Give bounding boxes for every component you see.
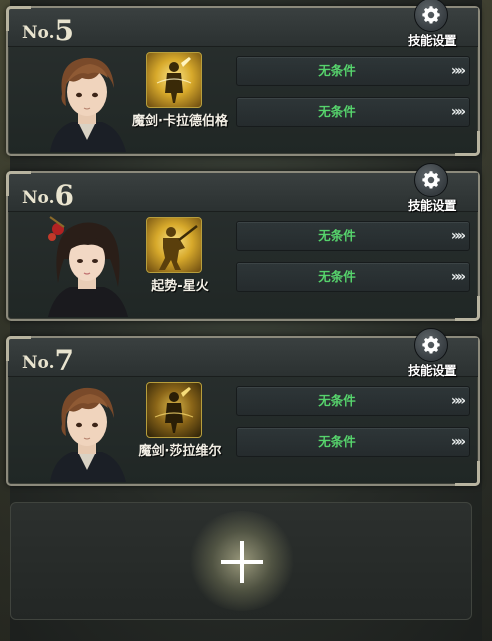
double-chevron-icon: »» [450,228,466,244]
slot-number: No.5 [22,14,74,47]
condition-label: 无条件 [318,434,356,449]
skill-name: 魔剑·卡拉德伯格 [132,114,228,129]
sword-figure-icon [154,387,194,433]
number-prefix: No. [22,353,55,373]
double-chevron-icon: »» [450,434,466,450]
settings-label: 技能设置 [407,198,457,213]
settings-label: 技能设置 [407,33,457,48]
character-portrait [44,213,130,317]
double-chevron-icon: »» [450,393,466,409]
skill-settings-button[interactable]: 技能设置 [398,163,466,213]
frame-corner [455,461,480,486]
condition-label: 无条件 [318,393,356,408]
gear-icon [414,328,448,362]
number-prefix: No. [22,23,55,43]
condition-row[interactable]: 无条件 »» [236,427,470,457]
condition-label: 无条件 [318,228,356,243]
skill-slot-card: No.5 技能设置 魔剑·卡拉德伯格 无条件 »» 无条件 »» [6,0,480,156]
add-skill-slot-button[interactable] [10,502,472,620]
gear-icon [414,0,448,32]
condition-row[interactable]: 无条件 »» [236,56,470,86]
frame-corner [455,296,480,321]
condition-label: 无条件 [318,104,356,119]
condition-row[interactable]: 无条件 »» [236,386,470,416]
skill-slot-card: No.6 技能设置 起势-星火 无条件 »» 无条件 »» [6,163,480,321]
number-value: 5 [54,14,74,47]
slot-number: No.7 [22,344,74,377]
number-value: 6 [54,179,74,212]
frame-corner [455,131,480,156]
character-portrait [44,48,130,152]
settings-label: 技能设置 [407,363,457,378]
gear-icon [414,163,448,197]
double-chevron-icon: »» [450,104,466,120]
sword-figure-icon [156,57,192,103]
skill-settings-button[interactable]: 技能设置 [398,328,466,378]
warrior-stance-icon [159,225,198,270]
skill-settings-button[interactable]: 技能设置 [398,0,466,48]
condition-row[interactable]: 无条件 »» [236,97,470,127]
skill-name: 魔剑·莎拉维尔 [138,444,222,459]
number-prefix: No. [22,188,55,208]
double-chevron-icon: »» [450,63,466,79]
skill-icon[interactable] [146,382,202,438]
plus-icon [221,541,263,583]
right-edge-decoration [482,0,492,641]
skill-icon[interactable] [146,52,202,108]
condition-label: 无条件 [318,63,356,78]
condition-row[interactable]: 无条件 »» [236,262,470,292]
double-chevron-icon: »» [450,269,466,285]
skill-name: 起势-星火 [151,279,209,294]
skill-icon[interactable] [146,217,202,273]
slot-number: No.6 [22,179,74,212]
condition-label: 无条件 [318,269,356,284]
character-portrait [44,378,130,482]
skill-slot-card: No.7 技能设置 魔剑·莎拉维尔 无条件 »» 无条件 »» [6,328,480,486]
condition-row[interactable]: 无条件 »» [236,221,470,251]
number-value: 7 [54,344,74,377]
